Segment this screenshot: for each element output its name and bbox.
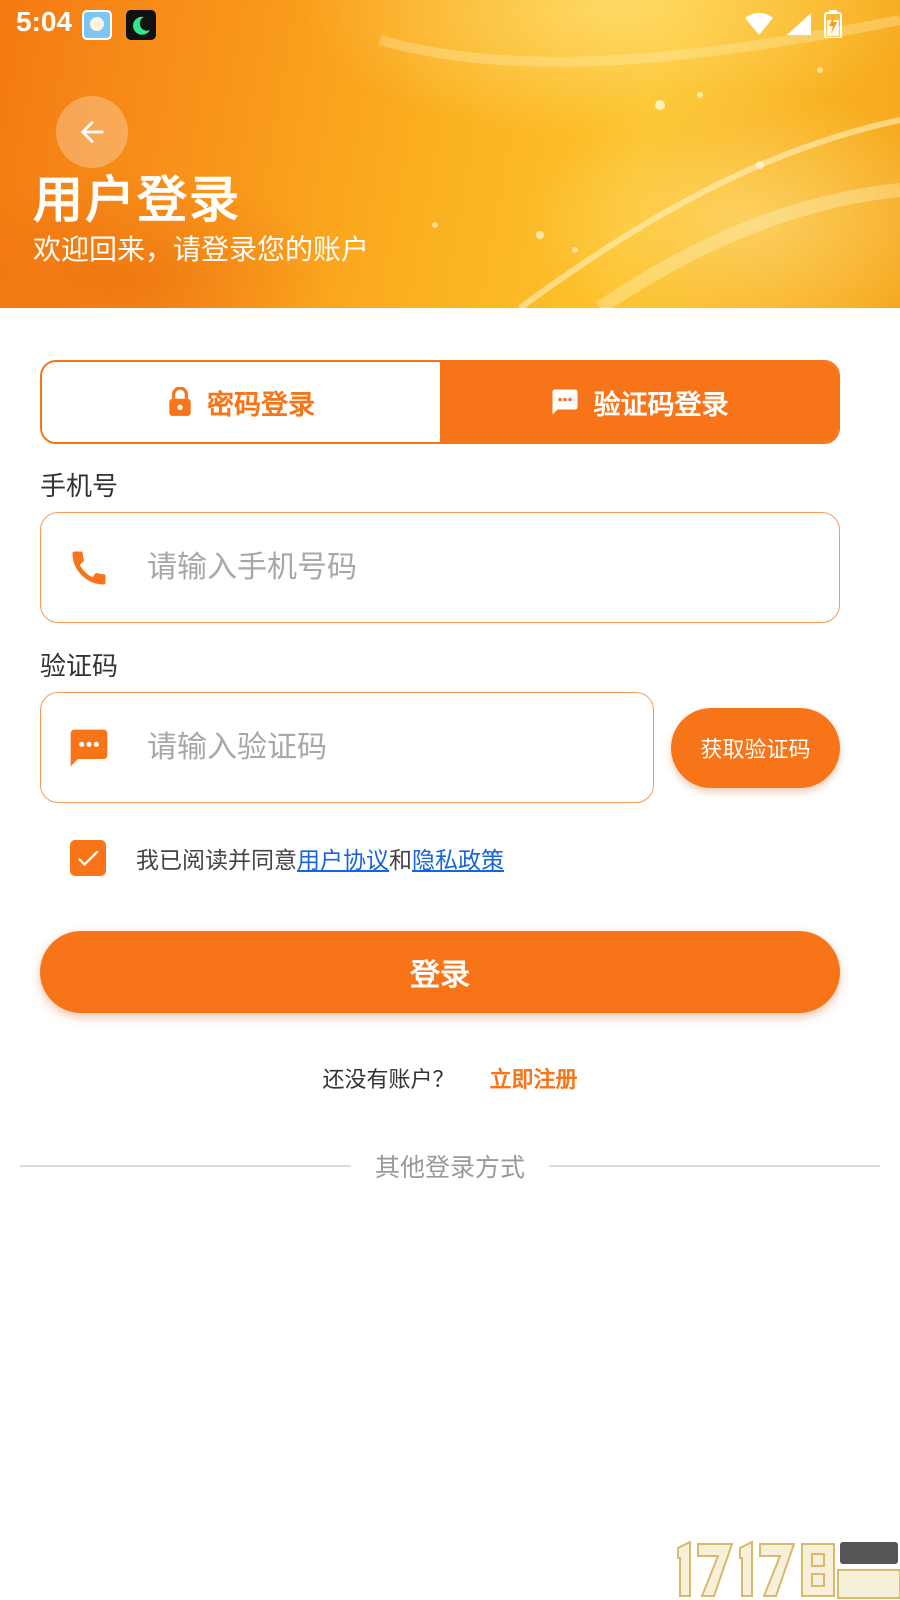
agreement-text: 我已阅读并同意用户协议和隐私政策 [136,841,504,875]
watermark-logo [677,1540,900,1599]
battery-charging-icon [824,10,842,39]
check-icon [77,850,99,867]
agreement-checkbox[interactable] [70,840,106,876]
register-link[interactable]: 立即注册 [490,1068,578,1093]
register-row: 还没有账户？ 立即注册 [0,1062,900,1094]
status-time: 5:04 [16,6,73,37]
status-bar: 5:04 [0,0,900,50]
user-agreement-link[interactable]: 用户协议 [297,848,389,874]
agreement-prefix: 我已阅读并同意 [136,848,297,874]
code-input-box [40,692,654,803]
message-icon [550,387,580,417]
arrow-left-icon [80,120,104,144]
phone-icon [67,546,111,590]
lock-icon [167,387,193,417]
login-method-tabs: 密码登录 验证码登录 [40,360,840,444]
phone-label: 手机号 [40,472,119,502]
tab-code-label: 验证码登录 [593,389,729,421]
page-title: 用户登录 [33,171,241,229]
sleep-app-notification-icon [126,10,156,40]
other-login-label: 其他登录方式 [375,1153,526,1182]
header-banner: 5:04 用户登录 欢迎回来，请登录您的账户 [0,0,900,308]
status-icons [738,10,842,39]
app-notification-icon [82,10,112,40]
privacy-policy-link[interactable]: 隐私政策 [412,848,504,874]
divider-line-left [20,1165,351,1167]
agreement-row: 我已阅读并同意用户协议和隐私政策 [70,838,504,878]
code-label: 验证码 [40,652,119,682]
agreement-conjunction: 和 [389,848,412,874]
sms-icon [67,726,111,770]
code-input[interactable] [145,693,637,802]
divider-line-right [549,1165,881,1167]
page-subtitle: 欢迎回来，请登录您的账户 [33,233,370,266]
back-button[interactable] [56,96,128,168]
get-code-button[interactable]: 获取验证码 [671,708,840,788]
wifi-icon [744,12,773,35]
tab-code-login[interactable]: 验证码登录 [440,362,838,442]
tab-password-login[interactable]: 密码登录 [42,362,440,442]
register-prompt: 还没有账户？ [322,1068,455,1093]
login-button[interactable]: 登录 [40,931,840,1013]
other-login-divider: 其他登录方式 [20,1146,881,1186]
phone-input[interactable] [145,513,823,622]
tab-password-label: 密码登录 [207,389,315,421]
phone-input-box [40,512,840,623]
cellular-signal-icon [786,13,811,35]
